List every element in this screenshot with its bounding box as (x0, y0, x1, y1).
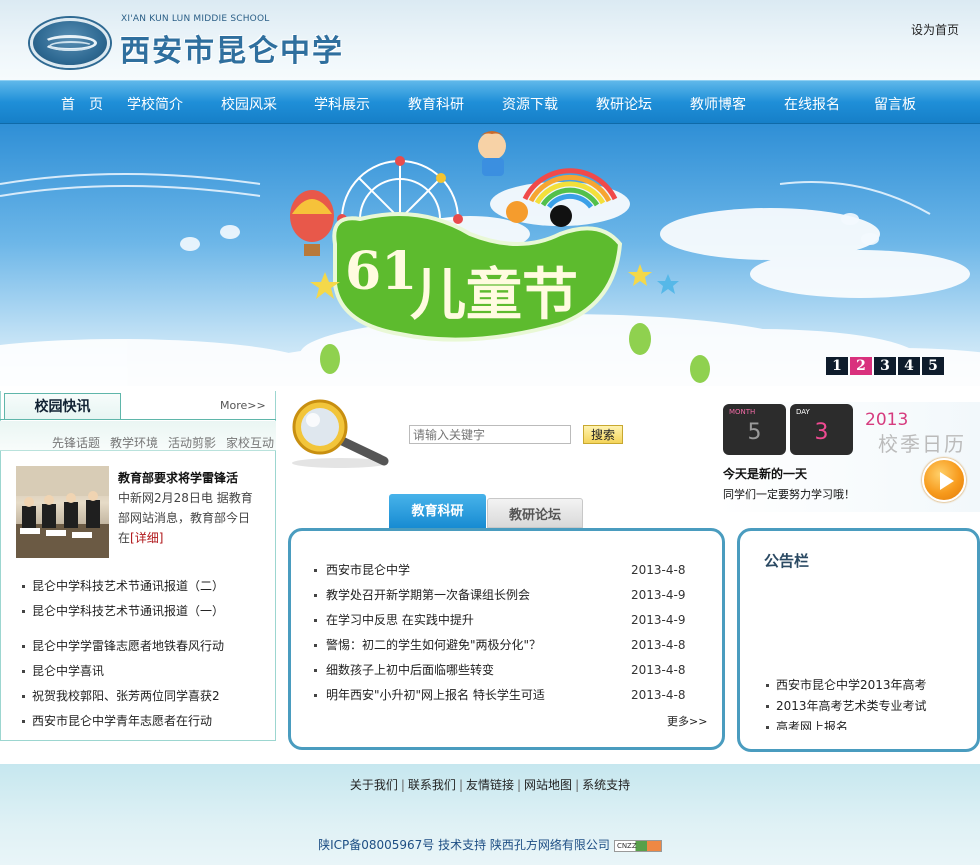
banner-caption-title: 儿童节 (410, 262, 578, 328)
cnzz-badge[interactable]: CNZZ (613, 839, 662, 852)
list-item[interactable]: 昆仑中学喜讯 (22, 659, 224, 684)
subtab-home-school[interactable]: 家校互动 (226, 434, 274, 451)
footer-contact-link[interactable]: 联系我们 (408, 778, 456, 792)
news-more-link[interactable]: More>> (220, 399, 266, 412)
banner-page-1[interactable]: 1 (826, 357, 848, 375)
banner-page-4[interactable]: 4 (898, 357, 920, 375)
footer-about-link[interactable]: 关于我们 (350, 778, 398, 792)
childrens-day-illustration: 61 儿童节 (0, 131, 980, 386)
nav-home[interactable]: 首 页 (61, 94, 103, 114)
calendar-headline: 今天是新的一天 (723, 467, 808, 481)
article-date: 2013-4-9 (631, 588, 686, 602)
school-logo-emblem[interactable] (30, 18, 110, 68)
banner-page-3[interactable]: 3 (874, 357, 896, 375)
calendar-year: 2013 (865, 410, 909, 430)
research-list: 西安市昆仑中学 2013-4-8 教学处召开新学期第一次备课组长例会 2013-4-… (314, 558, 686, 708)
feature-news-title[interactable]: 教育部要求将学雷锋活 (118, 469, 238, 486)
play-arrow-icon[interactable] (922, 458, 966, 502)
article-title[interactable]: 在学习中反思 在实践中提升 (326, 613, 474, 627)
news-subtabs: 先锋话题 教学环境 活动剪影 家校互动 (0, 421, 276, 451)
table-row[interactable]: 西安市昆仑中学 2013-4-8 (314, 558, 686, 583)
footer-sitemap-link[interactable]: 网站地图 (524, 778, 572, 792)
calendar-month-label: MONTH (729, 408, 756, 416)
nav-forum[interactable]: 教研论坛 (596, 94, 652, 114)
subtab-teaching-env[interactable]: 教学环境 (110, 434, 158, 451)
list-item[interactable]: 西安市昆仑中学2013年高考 (766, 675, 966, 696)
nav-edu-research[interactable]: 教育科研 (408, 94, 464, 114)
list-item[interactable]: 昆仑中学学雷锋志愿者地铁春风行动 (22, 634, 224, 659)
nav-online-signup[interactable]: 在线报名 (784, 94, 840, 114)
banner-page-5[interactable]: 5 (922, 357, 944, 375)
research-more-link[interactable]: 更多>> (667, 713, 707, 729)
banner-page-2[interactable]: 2 (850, 357, 872, 375)
nav-subjects[interactable]: 学科展示 (314, 94, 370, 114)
main-nav: 首 页 学校简介 校园风采 学科展示 教育科研 资源下载 教研论坛 教师博客 在… (0, 80, 980, 124)
article-date: 2013-4-9 (631, 613, 686, 627)
feature-news-photo[interactable] (16, 466, 109, 558)
table-row[interactable]: 教学处召开新学期第一次备课组长例会 2013-4-9 (314, 583, 686, 608)
table-row[interactable]: 明年西安"小升初"网上报名 特长学生可适 2013-4-8 (314, 683, 686, 708)
list-item[interactable]: 高考网上报名 (766, 717, 966, 730)
subtab-activity-photos[interactable]: 活动剪影 (168, 434, 216, 451)
feature-news-summary: 中新网2月28日电 据教育部网站消息，教育部今日在[详细] (118, 491, 253, 545)
nav-school-intro[interactable]: 学校简介 (127, 94, 183, 114)
tab-campus-news[interactable]: 校园快讯 (4, 393, 121, 420)
banner-pager: 1 2 3 4 5 (826, 357, 946, 375)
list-item[interactable]: 2013年高考艺术类专业考试 (766, 696, 966, 717)
footer-support-link[interactable]: 系统支持 (582, 778, 630, 792)
campus-news-list: 昆仑中学科技艺术节通讯报道（二） 昆仑中学科技艺术节通讯报道（一） 昆仑中学学雷… (22, 574, 224, 734)
table-row[interactable]: 细数孩子上初中后面临哪些转变 2013-4-8 (314, 658, 686, 683)
calendar-message: 同学们一定要努力学习哦！ (723, 488, 855, 501)
notice-list: 西安市昆仑中学2013年高考 2013年高考艺术类专业考试 高考网上报名 (766, 675, 966, 730)
school-name-en: XI'AN KUN LUN MIDDIE SCHOOL (121, 14, 270, 24)
article-title[interactable]: 细数孩子上初中后面临哪些转变 (326, 663, 494, 677)
list-item[interactable]: 昆仑中学科技艺术节通讯报道（一） (22, 599, 224, 624)
table-row[interactable]: 警惕：初二的学生如何避免"两极分化"？ 2013-4-8 (314, 633, 686, 658)
banner-caption-num: 61 (345, 241, 417, 302)
set-homepage-link[interactable]: 设为首页 (911, 21, 959, 38)
tab-research-forum[interactable]: 教研论坛 (487, 498, 583, 528)
footer-icp: 陕ICP备08005967号 技术支持 陕西孔方网络有限公司 CNZZ (0, 836, 980, 853)
search-input[interactable] (409, 425, 571, 444)
calendar-day-value: 3 (814, 420, 829, 445)
article-title[interactable]: 明年西安"小升初"网上报名 特长学生可适 (326, 688, 545, 702)
list-item[interactable]: 西安市昆仑中学青年志愿者在行动 (22, 709, 224, 734)
article-date: 2013-4-8 (631, 638, 686, 652)
school-name-cn[interactable]: 西安市昆仑中学 (120, 26, 344, 70)
calendar-title: 校季日历 (878, 432, 966, 456)
list-item[interactable]: 昆仑中学科技艺术节通讯报道（二） (22, 574, 224, 599)
article-title[interactable]: 教学处召开新学期第一次备课组长例会 (326, 588, 530, 602)
tab-underline (0, 419, 276, 420)
article-title[interactable]: 警惕：初二的学生如何避免"两极分化"？ (326, 638, 541, 652)
nav-guestbook[interactable]: 留言板 (874, 94, 916, 114)
tab-edu-research[interactable]: 教育科研 (389, 494, 486, 528)
feature-news-detail-link[interactable]: [详细] (130, 531, 163, 545)
calendar-month-value: 5 (747, 420, 762, 445)
calendar-month-tile: MONTH 5 (723, 404, 786, 455)
nav-campus-style[interactable]: 校园风采 (221, 94, 277, 114)
calendar-day-tile: DAY 3 (790, 404, 853, 455)
icp-text: 陕ICP备08005967号 技术支持 陕西孔方网络有限公司 (318, 838, 610, 852)
notice-board-title: 公告栏 (764, 552, 810, 570)
article-date: 2013-4-8 (631, 663, 686, 677)
article-title[interactable]: 西安市昆仑中学 (326, 563, 410, 577)
article-date: 2013-4-8 (631, 563, 686, 577)
hero-banner[interactable]: 61 儿童节 (0, 124, 980, 386)
nav-teacher-blog[interactable]: 教师博客 (690, 94, 746, 114)
magnifier-icon (292, 399, 389, 468)
table-row[interactable]: 在学习中反思 在实践中提升 2013-4-9 (314, 608, 686, 633)
calendar-day-label: DAY (796, 408, 810, 416)
footer-friend-links[interactable]: 友情链接 (466, 778, 514, 792)
article-date: 2013-4-8 (631, 688, 686, 702)
nav-downloads[interactable]: 资源下载 (502, 94, 558, 114)
footer-links: 关于我们 | 联系我们 | 友情链接 | 网站地图 | 系统支持 (349, 778, 631, 792)
list-item[interactable]: 祝贺我校郭阳、张芳两位同学喜获2 (22, 684, 224, 709)
subtab-pioneer-topics[interactable]: 先锋话题 (52, 434, 100, 451)
search-button[interactable]: 搜索 (583, 425, 623, 444)
